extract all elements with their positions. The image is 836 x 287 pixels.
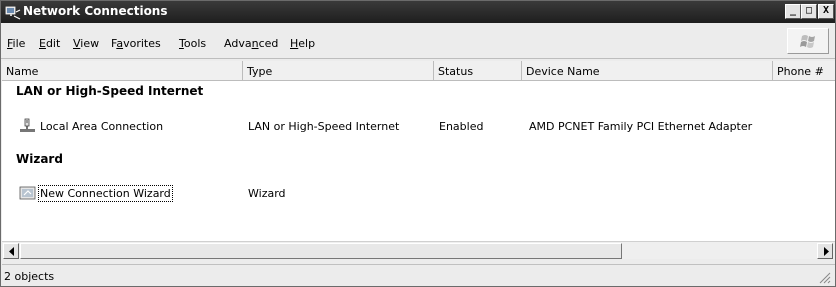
arrow-right-icon bbox=[824, 247, 829, 256]
column-header-phone[interactable]: Phone # bbox=[773, 61, 835, 80]
windows-logo-box bbox=[787, 28, 829, 54]
menu-favorites[interactable]: Favorites bbox=[111, 37, 161, 50]
status-object-count: 2 objects bbox=[4, 270, 55, 283]
connection-device: AMD PCNET Family PCI Ethernet Adapter bbox=[529, 120, 753, 133]
connection-type: Wizard bbox=[248, 187, 286, 200]
list-item[interactable]: Local Area Connection LAN or High-Speed … bbox=[2, 114, 835, 138]
group-header-lan: LAN or High-Speed Internet bbox=[16, 84, 204, 98]
menu-file[interactable]: File bbox=[7, 37, 25, 50]
close-button[interactable]: X bbox=[818, 4, 834, 19]
horizontal-scrollbar[interactable] bbox=[2, 241, 835, 259]
lan-connection-icon bbox=[20, 118, 35, 132]
resize-grip-icon[interactable] bbox=[817, 270, 831, 284]
column-header: Name Type Status Device Name Phone # bbox=[2, 61, 835, 81]
column-header-status[interactable]: Status bbox=[434, 61, 522, 80]
connection-name: New Connection Wizard bbox=[38, 185, 173, 202]
connections-list[interactable]: LAN or High-Speed Internet Local Area Co… bbox=[2, 81, 835, 241]
title-bar[interactable]: Network Connections _ □ X bbox=[1, 1, 835, 23]
status-bar: 2 objects bbox=[2, 264, 835, 286]
menu-advanced[interactable]: Advanced bbox=[224, 37, 278, 50]
maximize-button[interactable]: □ bbox=[801, 4, 817, 19]
arrow-left-icon bbox=[9, 247, 14, 256]
column-header-device-name[interactable]: Device Name bbox=[522, 61, 773, 80]
network-connections-window: Network Connections _ □ X File Edit View… bbox=[0, 0, 836, 287]
window-title: Network Connections bbox=[23, 4, 168, 18]
connection-status: Enabled bbox=[439, 120, 484, 133]
list-item[interactable]: New Connection Wizard Wizard bbox=[2, 181, 835, 205]
group-header-wizard: Wizard bbox=[16, 152, 63, 166]
minimize-button[interactable]: _ bbox=[785, 4, 801, 19]
wizard-icon bbox=[19, 186, 36, 200]
menu-view[interactable]: View bbox=[73, 37, 99, 50]
scrollbar-thumb[interactable] bbox=[20, 243, 622, 259]
connection-name: Local Area Connection bbox=[40, 120, 164, 133]
menu-help[interactable]: Help bbox=[290, 37, 315, 50]
column-header-type[interactable]: Type bbox=[243, 61, 434, 80]
scroll-left-button[interactable] bbox=[3, 243, 19, 259]
network-connections-icon bbox=[5, 6, 21, 20]
menu-tools[interactable]: Tools bbox=[179, 37, 206, 50]
windows-flag-icon bbox=[800, 35, 815, 48]
menu-edit[interactable]: Edit bbox=[39, 37, 60, 50]
menu-bar: File Edit View Favorites Tools Advanced … bbox=[1, 23, 835, 59]
connection-type: LAN or High-Speed Internet bbox=[248, 120, 400, 133]
column-header-name[interactable]: Name bbox=[2, 61, 243, 80]
scroll-right-button[interactable] bbox=[817, 243, 833, 259]
